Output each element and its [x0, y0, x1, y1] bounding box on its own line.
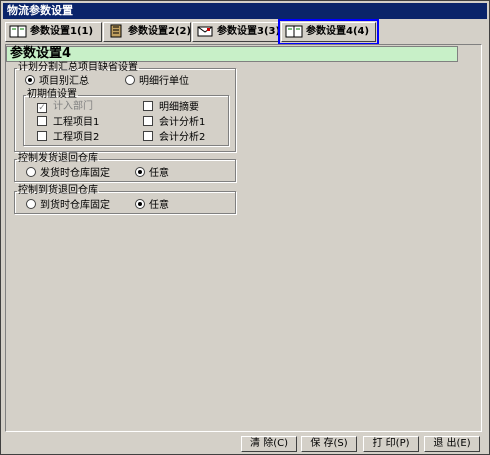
- check-box: [37, 116, 47, 126]
- radio-indicator: [135, 199, 145, 209]
- radio-label: 任意: [149, 168, 169, 179]
- check-box: [143, 116, 153, 126]
- clear-button[interactable]: 清 除(C): [241, 436, 297, 452]
- checkbox-label: 工程项目1: [53, 117, 100, 128]
- save-button[interactable]: 保 存(S): [301, 436, 357, 452]
- tab-label: 参数设置2(2): [128, 26, 192, 37]
- tab-label: 参数设置3(3): [217, 26, 281, 37]
- book-icon: [9, 25, 27, 38]
- radio-indicator: [125, 75, 135, 85]
- check-box: [143, 101, 153, 111]
- check-box: [143, 131, 153, 141]
- window-title: 物流参数设置: [3, 3, 487, 19]
- ship-fixed-radio[interactable]: 发货时仓库固定: [26, 167, 110, 180]
- radio-indicator: [135, 167, 145, 177]
- tab-label: 参数设置1(1): [30, 26, 94, 37]
- receive-fixed-radio[interactable]: 到货时仓库固定: [26, 199, 110, 212]
- check-box: [37, 131, 47, 141]
- radio-label: 发货时仓库固定: [40, 168, 110, 179]
- envelope-icon: [197, 26, 213, 37]
- notebook-icon: [110, 24, 122, 38]
- receive-any-radio[interactable]: 任意: [135, 199, 169, 212]
- tab-settings-4[interactable]: 参数设置4(4): [278, 19, 379, 45]
- radio-indicator: [26, 199, 36, 209]
- checkbox-label: 工程项目2: [53, 132, 100, 143]
- plan-default-legend: 计划分割汇总项目缺省设置: [18, 62, 138, 73]
- radio-indicator: [25, 75, 35, 85]
- radio-indicator: [26, 167, 36, 177]
- panel-title: 参数设置4: [6, 46, 458, 62]
- detail-unit-radio[interactable]: 明细行单位: [125, 75, 189, 88]
- project-summary-radio[interactable]: 项目别汇总: [25, 75, 89, 88]
- receive-return-legend: 控制到货退回仓库: [18, 185, 98, 196]
- accounting1-checkbox[interactable]: 会计分析1: [143, 116, 205, 129]
- tab-settings-3[interactable]: 参数设置3(3): [192, 22, 280, 42]
- checkbox-label: 计入部门: [53, 101, 93, 112]
- dept-checkbox[interactable]: ✓ 计入部门: [37, 101, 93, 113]
- book-icon: [285, 25, 303, 38]
- tab-settings-1[interactable]: 参数设置1(1): [5, 22, 102, 42]
- radio-label: 到货时仓库固定: [40, 200, 110, 211]
- accounting2-checkbox[interactable]: 会计分析2: [143, 131, 205, 144]
- project1-checkbox[interactable]: 工程项目1: [37, 116, 99, 129]
- checkbox-label: 明细摘要: [159, 102, 199, 113]
- radio-label: 任意: [149, 200, 169, 211]
- radio-label: 明细行单位: [139, 76, 189, 87]
- exit-button[interactable]: 退 出(E): [424, 436, 480, 452]
- print-button[interactable]: 打 印(P): [363, 436, 419, 452]
- ship-any-radio[interactable]: 任意: [135, 167, 169, 180]
- ship-return-legend: 控制发货退回仓库: [18, 153, 98, 164]
- tab-settings-2[interactable]: 参数设置2(2): [103, 22, 191, 42]
- checkbox-label: 会计分析2: [159, 132, 206, 143]
- radio-label: 项目别汇总: [39, 76, 89, 87]
- detail-summary-checkbox[interactable]: 明细摘要: [143, 101, 199, 114]
- check-mark: ✓: [37, 103, 47, 113]
- project2-checkbox[interactable]: 工程项目2: [37, 131, 99, 144]
- checkbox-label: 会计分析1: [159, 117, 206, 128]
- tab-label: 参数设置4(4): [306, 26, 370, 37]
- initial-value-legend: 初期值设置: [27, 89, 77, 100]
